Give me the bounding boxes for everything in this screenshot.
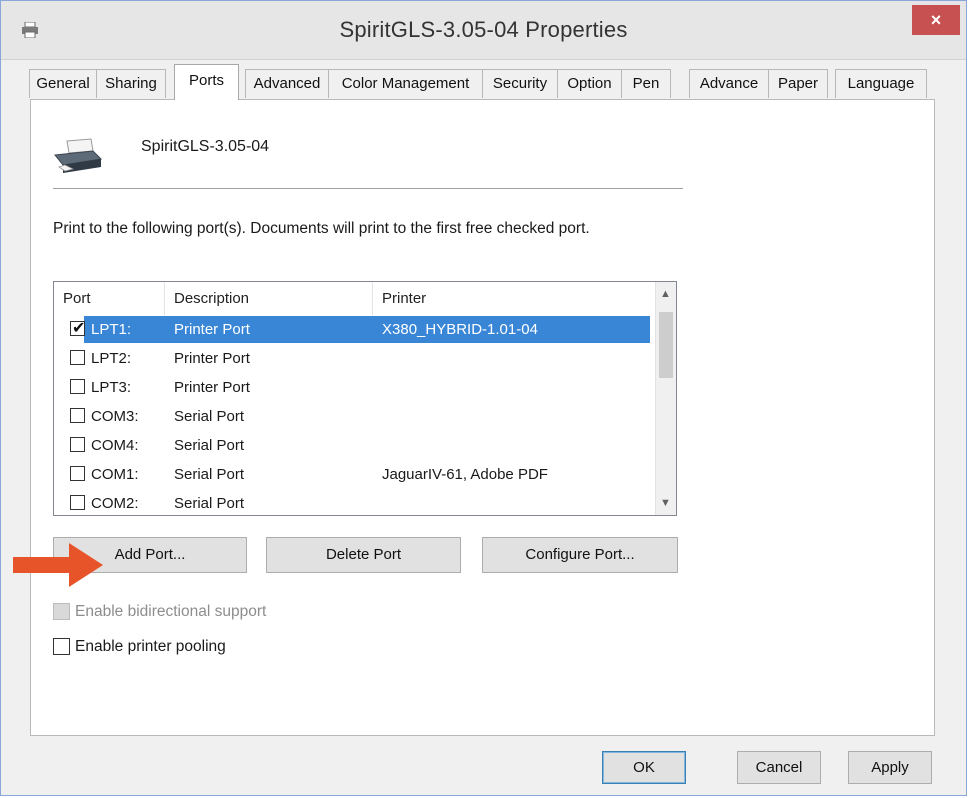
configure-port-button[interactable]: Configure Port...: [482, 537, 678, 573]
annotation-arrow-icon: [13, 543, 103, 587]
pooling-label[interactable]: Enable printer pooling: [75, 636, 226, 658]
printer-cell: X380_HYBRID-1.01-04: [382, 321, 538, 338]
port-cell: COM4:: [91, 437, 139, 454]
description-cell: Printer Port: [174, 379, 250, 396]
port-checkbox[interactable]: [70, 437, 85, 452]
tab-option[interactable]: Option: [557, 69, 622, 98]
window-title: SpiritGLS-3.05-04 Properties: [339, 17, 628, 42]
scroll-thumb[interactable]: [659, 312, 673, 378]
port-checkbox[interactable]: [70, 350, 85, 365]
port-cell: LPT2:: [91, 350, 132, 367]
description-cell: Printer Port: [174, 350, 250, 367]
printer-name: SpiritGLS-3.05-04: [141, 138, 270, 155]
port-cell: LPT3:: [91, 379, 132, 396]
bidirectional-label: Enable bidirectional support: [75, 603, 267, 620]
tab-sharing[interactable]: Sharing: [96, 69, 166, 98]
port-cell: COM2:: [91, 495, 139, 512]
table-row[interactable]: COM3: Serial Port: [54, 402, 658, 431]
ports-panel: SpiritGLS-3.05-04 Print to the following…: [30, 99, 935, 736]
pooling-checkbox[interactable]: [53, 638, 70, 655]
title-bar[interactable]: SpiritGLS-3.05-04 Properties ×: [1, 1, 966, 60]
printer-icon: [54, 138, 103, 173]
cancel-button[interactable]: Cancel: [737, 751, 821, 784]
description-cell: Serial Port: [174, 466, 245, 483]
tab-general[interactable]: General: [29, 69, 97, 98]
list-header: Port Description Printer: [54, 282, 658, 315]
column-header-port[interactable]: Port: [54, 282, 164, 315]
tab-security[interactable]: Security: [482, 69, 558, 98]
description-cell: Printer Port: [174, 321, 250, 338]
apply-button[interactable]: Apply: [848, 751, 932, 784]
list-scrollbar[interactable]: ▲ ▼: [655, 282, 676, 515]
column-header-printer[interactable]: Printer: [372, 282, 658, 315]
bidirectional-checkbox: [53, 603, 70, 620]
divider: [53, 188, 683, 189]
table-row[interactable]: COM4: Serial Port: [54, 431, 658, 460]
table-row[interactable]: COM1: Serial Port JaguarIV-61, Adobe PDF: [54, 460, 658, 489]
table-row[interactable]: ✔ LPT1: Printer Port X380_HYBRID-1.01-04: [54, 315, 658, 344]
tab-ports[interactable]: Ports: [174, 64, 239, 100]
column-header-description[interactable]: Description: [164, 282, 372, 315]
checkmark-icon: ✔: [72, 320, 86, 337]
port-checkbox[interactable]: [70, 466, 85, 481]
description-cell: Serial Port: [174, 495, 245, 512]
delete-port-button[interactable]: Delete Port: [266, 537, 461, 573]
port-checkbox[interactable]: [70, 408, 85, 423]
table-row[interactable]: LPT2: Printer Port: [54, 344, 658, 373]
description-cell: Serial Port: [174, 437, 245, 454]
tab-paper[interactable]: Paper: [768, 69, 828, 98]
close-button[interactable]: ×: [912, 5, 960, 35]
instruction-text: Print to the following port(s). Document…: [53, 220, 590, 237]
port-checkbox[interactable]: [70, 379, 85, 394]
table-row[interactable]: LPT3: Printer Port: [54, 373, 658, 402]
port-cell: COM3:: [91, 408, 139, 425]
port-checkbox[interactable]: [70, 495, 85, 510]
port-checkbox[interactable]: ✔: [70, 320, 86, 337]
chevron-up-icon[interactable]: ▲: [660, 288, 671, 300]
properties-window: SpiritGLS-3.05-04 Properties × General S…: [0, 0, 967, 796]
tab-color-management[interactable]: Color Management: [328, 69, 483, 98]
tab-pen[interactable]: Pen: [621, 69, 671, 98]
selection-highlight: [84, 316, 650, 343]
printer-cell: JaguarIV-61, Adobe PDF: [382, 466, 548, 483]
ok-button[interactable]: OK: [602, 751, 686, 784]
port-cell: COM1:: [91, 466, 139, 483]
port-cell: LPT1:: [91, 321, 132, 338]
tab-advanced[interactable]: Advanced: [245, 69, 329, 98]
tab-language[interactable]: Language: [835, 69, 927, 98]
chevron-down-icon[interactable]: ▼: [660, 497, 671, 509]
description-cell: Serial Port: [174, 408, 245, 425]
tab-advance[interactable]: Advance: [689, 69, 769, 98]
ports-list[interactable]: Port Description Printer ✔ LPT1: Printer…: [53, 281, 677, 516]
table-row[interactable]: COM2: Serial Port: [54, 489, 658, 515]
